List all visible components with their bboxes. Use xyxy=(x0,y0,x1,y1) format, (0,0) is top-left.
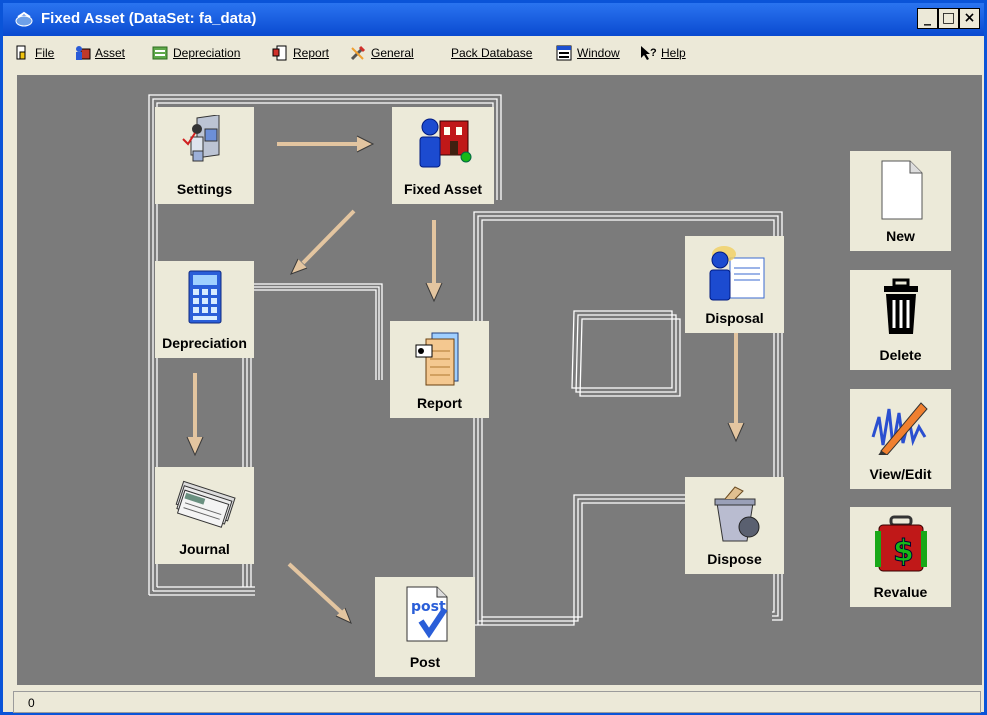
report-label: Report xyxy=(416,395,463,411)
menu-general-label: General xyxy=(371,46,414,60)
menu-help[interactable]: ? Help xyxy=(639,43,686,63)
disposal-button[interactable]: Disposal xyxy=(685,236,784,333)
menu-pack-database-label: Pack Database xyxy=(451,46,533,60)
post-icon: post xyxy=(406,586,448,642)
help-icon: ? xyxy=(641,46,657,60)
view-edit-label: View/Edit xyxy=(869,466,932,482)
svg-text:$: $ xyxy=(893,534,914,569)
fixed-asset-button[interactable]: Fixed Asset xyxy=(392,107,494,204)
revalue-label: Revalue xyxy=(873,584,928,600)
dispose-button[interactable]: Dispose xyxy=(685,477,784,574)
delete-button[interactable]: Delete xyxy=(850,270,951,370)
trash-icon xyxy=(883,278,918,334)
depreciation-label: Depreciation xyxy=(162,335,247,351)
report-icon xyxy=(272,45,287,61)
menu-general[interactable]: General xyxy=(349,43,414,63)
disposal-label: Disposal xyxy=(705,310,764,326)
journal-button[interactable]: Journal xyxy=(155,467,254,564)
delete-label: Delete xyxy=(879,347,922,363)
svg-text:?: ? xyxy=(650,47,657,59)
menu-file-label: File xyxy=(35,46,55,60)
post-button[interactable]: post Post xyxy=(375,577,475,677)
revalue-icon: $ xyxy=(874,515,927,572)
general-icon xyxy=(350,45,366,61)
fixed-asset-icon xyxy=(419,118,472,168)
workflow-canvas: Settings Fixed Asset Depreciation Report… xyxy=(17,75,982,685)
menu-file[interactable]: File xyxy=(13,43,54,63)
journal-icon xyxy=(175,480,236,528)
depreciation-icon xyxy=(152,46,168,60)
fixed-asset-label: Fixed Asset xyxy=(403,181,483,197)
menu-asset[interactable]: Asset xyxy=(73,43,125,63)
file-icon xyxy=(16,45,26,60)
menu-depreciation-label: Depreciation xyxy=(173,46,241,60)
depreciation-button[interactable]: Depreciation xyxy=(155,261,254,358)
app-window: Fixed Asset (DataSet: fa_data) _ □ × Fil… xyxy=(0,0,987,715)
disposal-icon xyxy=(709,246,764,301)
status-bar: 0 xyxy=(13,691,981,713)
settings-label: Settings xyxy=(176,181,233,197)
view-edit-button[interactable]: View/Edit xyxy=(850,389,951,489)
menu-report[interactable]: Report xyxy=(271,43,329,63)
menu-report-label: Report xyxy=(293,46,330,60)
new-document-icon xyxy=(881,160,922,220)
menu-window-label: Window xyxy=(577,46,620,60)
dispose-label: Dispose xyxy=(707,551,762,567)
report-button[interactable]: Report xyxy=(390,321,489,418)
maximize-button[interactable]: □ xyxy=(938,8,959,29)
settings-icon xyxy=(181,115,219,162)
window-title: Fixed Asset (DataSet: fa_data) xyxy=(41,10,257,27)
minimize-button[interactable]: _ xyxy=(917,8,938,29)
status-text: 0 xyxy=(28,696,35,710)
app-logo-icon xyxy=(15,11,33,27)
trash-can-icon xyxy=(714,486,759,542)
menu-pack-database[interactable]: Pack Database xyxy=(451,43,532,63)
menu-depreciation[interactable]: Depreciation xyxy=(151,43,240,63)
new-button[interactable]: New xyxy=(850,151,951,251)
asset-icon xyxy=(76,46,91,60)
journal-label: Journal xyxy=(179,541,230,557)
window-icon xyxy=(556,45,572,61)
view-edit-icon xyxy=(871,402,928,455)
menu-window[interactable]: Window xyxy=(555,43,620,63)
new-label: New xyxy=(886,228,915,244)
menu-bar: File Asset Depreciation Report General P… xyxy=(9,38,711,66)
menu-help-label: Help xyxy=(661,46,686,60)
title-bar[interactable]: Fixed Asset (DataSet: fa_data) _ □ × xyxy=(3,3,984,36)
settings-button[interactable]: Settings xyxy=(155,107,254,204)
menu-asset-label: Asset xyxy=(95,46,126,60)
revalue-button[interactable]: $ Revalue xyxy=(850,507,951,607)
close-button[interactable]: × xyxy=(959,8,980,29)
calculator-icon xyxy=(188,270,221,324)
report-icon-large xyxy=(415,332,458,386)
post-label: Post xyxy=(409,654,441,670)
